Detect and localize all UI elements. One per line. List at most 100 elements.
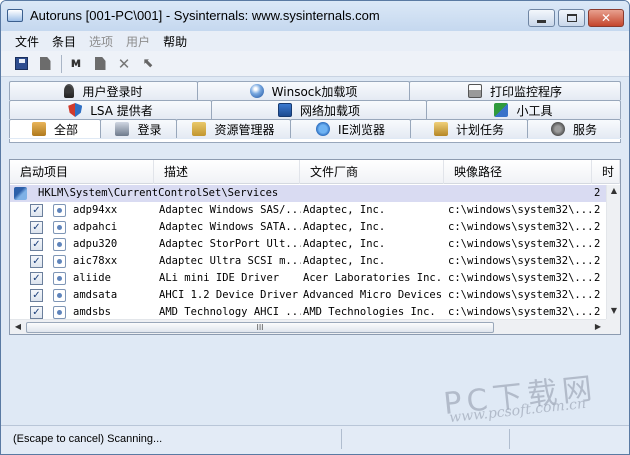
driver-icon xyxy=(53,272,66,285)
delete-button[interactable]: ✕ xyxy=(114,54,134,74)
services-icon xyxy=(550,122,565,136)
tab-scheduled-tasks[interactable]: 计划任务 xyxy=(410,119,528,138)
tab-panel-edge xyxy=(9,139,621,143)
tab-label: IE浏览器 xyxy=(337,122,386,137)
table-row[interactable]: ✓ aic78xx Adaptec Ultra SCSI m... Adapte… xyxy=(10,253,606,270)
tab-label: 用户登录时 xyxy=(82,84,143,99)
menu-options[interactable]: 选项 xyxy=(83,31,120,51)
table-row[interactable]: ✓ adpahci Adaptec Windows SATA... Adapte… xyxy=(10,219,606,236)
table-row[interactable]: ✓ amdsata AHCI 1.2 Device Driver Advance… xyxy=(10,287,606,304)
tab-label: 网络加载项 xyxy=(299,103,360,118)
minimize-button[interactable] xyxy=(528,9,555,27)
autoruns-list[interactable]: 启动项目 描述 文件厂商 映像路径 时 HKLM\System\CurrentC… xyxy=(9,159,621,335)
scroll-thumb[interactable]: III xyxy=(26,322,494,333)
tab-logon[interactable]: 登录 xyxy=(100,119,177,138)
save-button[interactable] xyxy=(11,54,31,74)
entry-name: adpu320 xyxy=(73,238,118,250)
entry-description: Adaptec StorPort Ult... xyxy=(159,238,301,250)
entry-checkbox[interactable]: ✓ xyxy=(30,204,43,217)
scroll-right-icon[interactable]: ▶ xyxy=(592,322,604,333)
globe-icon xyxy=(249,84,264,98)
delete-icon: ✕ xyxy=(117,54,131,73)
entry-checkbox[interactable]: ✓ xyxy=(30,221,43,234)
column-publisher[interactable]: 文件厂商 xyxy=(300,160,444,184)
scroll-left-icon[interactable]: ◀ xyxy=(12,322,24,333)
entry-description: Adaptec Ultra SCSI m... xyxy=(159,255,301,267)
entry-name: adpahci xyxy=(73,221,118,233)
tab-network-providers[interactable]: 网络加载项 xyxy=(211,100,427,119)
tab-print-monitors[interactable]: 打印监控程序 xyxy=(409,81,621,100)
app-icon xyxy=(7,9,23,22)
entry-checkbox[interactable]: ✓ xyxy=(30,272,43,285)
tab-explorer[interactable]: 资源管理器 xyxy=(176,119,291,138)
tab-label: 全部 xyxy=(53,122,78,137)
driver-icon xyxy=(53,238,66,251)
entry-publisher: Adaptec, Inc. xyxy=(303,255,386,267)
table-row[interactable]: ✓ adpu320 Adaptec StorPort Ult... Adapte… xyxy=(10,236,606,253)
entry-name: aliide xyxy=(73,272,111,284)
entry-image-path: c:\windows\system32\... xyxy=(448,289,592,301)
tab-gadgets[interactable]: 小工具 xyxy=(426,100,621,119)
column-autorun-entry[interactable]: 启动项目 xyxy=(10,160,154,184)
tab-everything[interactable]: 全部 xyxy=(9,119,101,138)
scroll-corner xyxy=(606,319,620,334)
refresh-button[interactable] xyxy=(35,54,55,74)
driver-icon xyxy=(53,221,66,234)
scroll-up-icon[interactable]: ▲ xyxy=(608,186,620,198)
entry-image-path: c:\windows\system32\... xyxy=(448,272,592,284)
table-row[interactable]: ✓ aliide ALi mini IDE Driver Acer Labora… xyxy=(10,270,606,287)
entry-image-path: c:\windows\system32\... xyxy=(448,238,592,250)
find-button[interactable]: ᴍ xyxy=(66,54,86,74)
maximize-button[interactable] xyxy=(558,9,585,27)
menu-bar: 文件 条目 选项 用户 帮助 xyxy=(1,31,629,51)
tab-internet-explorer[interactable]: IE浏览器 xyxy=(290,119,411,138)
vertical-scrollbar[interactable]: ▲ ▼ xyxy=(606,185,620,319)
jump-button[interactable]: ⬉ xyxy=(138,54,158,74)
tab-winsock[interactable]: Winsock加载项 xyxy=(197,81,410,100)
entry-description: AHCI 1.2 Device Driver xyxy=(159,289,299,301)
tab-row-3: 全部 登录 资源管理器 IE浏览器 计划任务 服务 xyxy=(9,119,621,138)
column-description[interactable]: 描述 xyxy=(154,160,300,184)
save-icon xyxy=(14,57,28,70)
tab-services[interactable]: 服务 xyxy=(527,119,621,138)
close-icon: ✕ xyxy=(600,11,612,25)
registry-icon xyxy=(14,187,27,200)
menu-help[interactable]: 帮助 xyxy=(157,31,194,51)
tab-lsa-providers[interactable]: LSA 提供者 xyxy=(9,100,212,119)
minimize-icon xyxy=(537,19,546,23)
entry-description: Adaptec Windows SAS/... xyxy=(159,204,301,216)
driver-icon xyxy=(53,306,66,319)
jump-icon: ⬉ xyxy=(142,56,154,71)
entry-checkbox[interactable]: ✓ xyxy=(30,306,43,319)
copy-icon xyxy=(94,57,106,70)
status-divider xyxy=(341,429,342,449)
close-button[interactable]: ✕ xyxy=(588,9,624,27)
menu-entry[interactable]: 条目 xyxy=(46,31,83,51)
tab-logon-user[interactable]: 用户登录时 xyxy=(9,81,198,100)
column-timestamp[interactable]: 时 xyxy=(592,160,620,184)
entry-image-path: c:\windows\system32\... xyxy=(448,204,592,216)
copy-button[interactable] xyxy=(90,54,110,74)
ie-icon xyxy=(315,122,330,136)
menu-user[interactable]: 用户 xyxy=(120,31,157,51)
tab-row-2: LSA 提供者 网络加载项 小工具 xyxy=(9,100,621,119)
registry-key-path: HKLM\System\CurrentControlSet\Services xyxy=(38,187,279,199)
horizontal-scrollbar[interactable]: ◀ III ▶ xyxy=(10,319,606,334)
list-header: 启动项目 描述 文件厂商 映像路径 时 xyxy=(10,160,620,184)
registry-group-row[interactable]: HKLM\System\CurrentControlSet\Services 2 xyxy=(10,185,606,202)
table-row[interactable]: ✓ adp94xx Adaptec Windows SAS/... Adapte… xyxy=(10,202,606,219)
entry-checkbox[interactable]: ✓ xyxy=(30,255,43,268)
autoruns-window: Autoruns [001-PC\001] - Sysinternals: ww… xyxy=(0,0,630,455)
tab-row-1: 用户登录时 Winsock加载项 打印监控程序 xyxy=(9,81,621,100)
driver-icon xyxy=(53,255,66,268)
entry-checkbox[interactable]: ✓ xyxy=(30,289,43,302)
explorer-icon xyxy=(192,122,207,136)
tool-icon xyxy=(494,103,509,117)
login-icon xyxy=(115,122,130,136)
column-image-path[interactable]: 映像路径 xyxy=(444,160,592,184)
menu-file[interactable]: 文件 xyxy=(9,31,46,51)
scroll-down-icon[interactable]: ▼ xyxy=(608,306,620,318)
entry-publisher: Acer Laboratories Inc. xyxy=(303,272,443,284)
entry-checkbox[interactable]: ✓ xyxy=(30,238,43,251)
title-bar[interactable]: Autoruns [001-PC\001] - Sysinternals: ww… xyxy=(1,1,629,31)
